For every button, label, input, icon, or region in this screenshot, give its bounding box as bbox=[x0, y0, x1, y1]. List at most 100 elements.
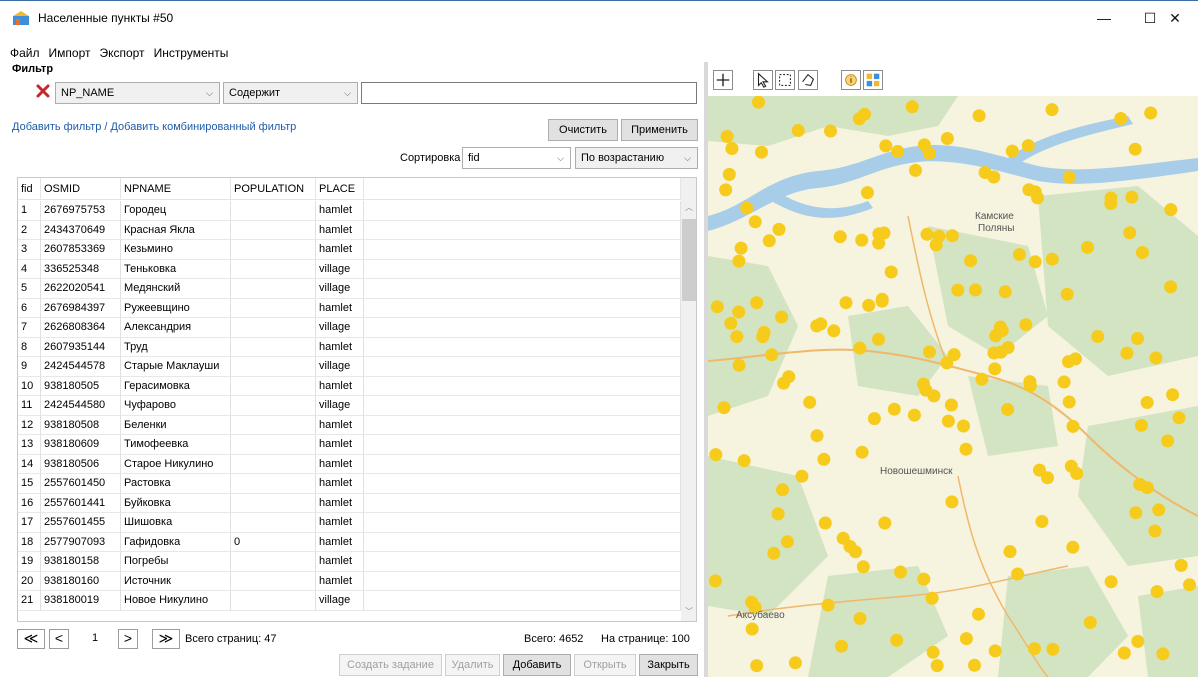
settlement-point[interactable] bbox=[1001, 341, 1015, 354]
settlement-point[interactable] bbox=[853, 612, 867, 625]
settlement-point[interactable] bbox=[1060, 287, 1074, 301]
settlement-point[interactable] bbox=[1152, 503, 1166, 517]
clear-button[interactable]: Очистить bbox=[548, 119, 618, 141]
next-page-button[interactable]: > bbox=[118, 629, 138, 649]
settlement-point[interactable] bbox=[1057, 375, 1071, 389]
settlement-point[interactable] bbox=[827, 324, 841, 338]
settlement-point[interactable] bbox=[951, 283, 965, 297]
settlement-point[interactable] bbox=[926, 645, 940, 659]
settlement-point[interactable] bbox=[1144, 106, 1158, 120]
settlement-point[interactable] bbox=[1131, 332, 1144, 345]
settlement-point[interactable] bbox=[771, 507, 785, 521]
settlement-point[interactable] bbox=[907, 408, 921, 422]
table-row[interactable]: 10 938180505 Герасимовка hamlet bbox=[18, 376, 681, 396]
table-row[interactable]: 5 2622020541 Медянский village bbox=[18, 279, 681, 299]
table-row[interactable]: 11 2424544580 Чуфарово village bbox=[18, 396, 681, 416]
table-row[interactable]: 14 938180506 Старое Никулино hamlet bbox=[18, 454, 681, 474]
table-row[interactable]: 9 2424544578 Старые Маклауши village bbox=[18, 357, 681, 377]
settlement-point[interactable] bbox=[1028, 255, 1042, 269]
settlement-point[interactable] bbox=[872, 332, 885, 346]
settlement-point[interactable] bbox=[839, 296, 853, 310]
table-row[interactable]: 17 2557601455 Шишовка hamlet bbox=[18, 513, 681, 533]
settlement-point[interactable] bbox=[993, 320, 1007, 334]
settlement-point[interactable] bbox=[803, 395, 817, 409]
table-row[interactable]: 7 2626808364 Александрия village bbox=[18, 318, 681, 338]
settlement-point[interactable] bbox=[772, 222, 786, 236]
sort-field-select[interactable]: fid ⌵ bbox=[462, 147, 571, 169]
settlement-point[interactable] bbox=[722, 167, 736, 181]
settlement-point[interactable] bbox=[767, 546, 781, 560]
settlement-point[interactable] bbox=[957, 419, 970, 433]
delete-button[interactable]: Удалить bbox=[445, 654, 500, 676]
table-row[interactable]: 19 938180158 Погребы hamlet bbox=[18, 552, 681, 572]
settlement-point[interactable] bbox=[1035, 515, 1049, 528]
table-row[interactable]: 18 2577907093 Гафидовка 0 hamlet bbox=[18, 532, 681, 552]
settlement-point[interactable] bbox=[750, 659, 764, 673]
settlement-point[interactable] bbox=[1066, 540, 1080, 554]
menu-import[interactable]: Импорт bbox=[45, 44, 96, 62]
settlement-point[interactable] bbox=[752, 96, 765, 109]
settlement-point[interactable] bbox=[930, 659, 944, 673]
column-header-population[interactable]: POPULATION bbox=[231, 178, 316, 199]
settlement-point[interactable] bbox=[925, 591, 939, 605]
settlement-point[interactable] bbox=[887, 402, 901, 416]
settlement-point[interactable] bbox=[905, 100, 919, 114]
settlement-point[interactable] bbox=[940, 132, 954, 145]
settlement-point[interactable] bbox=[1066, 419, 1080, 433]
settlement-point[interactable] bbox=[1125, 190, 1139, 204]
settlement-point[interactable] bbox=[853, 341, 867, 355]
settlement-point[interactable] bbox=[917, 377, 930, 391]
settlement-point[interactable] bbox=[875, 292, 889, 306]
settlement-point[interactable] bbox=[1031, 191, 1045, 205]
settlement-point[interactable] bbox=[709, 448, 723, 462]
settlement-point[interactable] bbox=[836, 531, 850, 545]
column-header-fid[interactable]: fid bbox=[18, 178, 41, 199]
settlement-point[interactable] bbox=[776, 483, 789, 497]
remove-filter-icon[interactable] bbox=[35, 83, 51, 99]
settlement-point[interactable] bbox=[740, 201, 754, 215]
info-icon[interactable] bbox=[841, 70, 861, 90]
settlement-point[interactable] bbox=[972, 607, 985, 621]
settlement-point[interactable] bbox=[821, 598, 835, 612]
table-row[interactable]: 8 2607935144 Труд hamlet bbox=[18, 337, 681, 357]
settlement-point[interactable] bbox=[964, 254, 978, 268]
settlement-point[interactable] bbox=[719, 183, 733, 197]
settlement-point[interactable] bbox=[860, 186, 874, 200]
settlement-point[interactable] bbox=[1045, 103, 1059, 117]
table-row[interactable]: 21 938180019 Новое Никулино village bbox=[18, 591, 681, 611]
settlement-point[interactable] bbox=[732, 358, 746, 372]
close-window-button[interactable]: ✕ bbox=[1152, 1, 1198, 35]
settlement-point[interactable] bbox=[755, 145, 768, 159]
settlement-point[interactable] bbox=[710, 300, 724, 314]
table-row[interactable]: 16 2557601441 Буйковка hamlet bbox=[18, 493, 681, 513]
settlement-point[interactable] bbox=[810, 429, 824, 443]
settlement-point[interactable] bbox=[1003, 545, 1017, 559]
minimize-button[interactable]: — bbox=[1081, 1, 1127, 35]
table-row[interactable]: 12 938180508 Беленки hamlet bbox=[18, 415, 681, 435]
plus-icon[interactable] bbox=[713, 70, 733, 90]
scroll-up-icon[interactable]: ︿ bbox=[685, 202, 693, 213]
settlement-point[interactable] bbox=[1028, 642, 1041, 656]
settlement-point[interactable] bbox=[1140, 396, 1154, 409]
rect-select-icon[interactable] bbox=[775, 70, 795, 90]
settlement-point[interactable] bbox=[1062, 395, 1076, 409]
settlement-point[interactable] bbox=[1164, 203, 1178, 217]
settlement-point[interactable] bbox=[1062, 170, 1076, 184]
settlement-point[interactable] bbox=[724, 316, 738, 330]
menu-tools[interactable]: Инструменты bbox=[150, 44, 234, 62]
settlement-point[interactable] bbox=[1148, 524, 1162, 538]
map-view[interactable]: Камские Поляны Новошешминск Аксубаево bbox=[708, 96, 1198, 677]
settlement-point[interactable] bbox=[717, 401, 731, 415]
settlement-point[interactable] bbox=[1128, 142, 1142, 156]
settlement-point[interactable] bbox=[756, 330, 770, 344]
column-header-npname[interactable]: NPNAME bbox=[121, 178, 231, 199]
close-button[interactable]: Закрыть bbox=[639, 654, 698, 676]
settlement-point[interactable] bbox=[975, 372, 989, 386]
settlement-point[interactable] bbox=[941, 414, 955, 428]
settlement-point[interactable] bbox=[762, 234, 776, 248]
scroll-thumb[interactable] bbox=[682, 219, 696, 301]
table-row[interactable]: 2 2434370649 Красная Якла hamlet bbox=[18, 220, 681, 240]
settlement-point[interactable] bbox=[1041, 471, 1054, 485]
zoom-extent-icon[interactable] bbox=[863, 70, 883, 90]
settlement-point[interactable] bbox=[1150, 585, 1164, 599]
